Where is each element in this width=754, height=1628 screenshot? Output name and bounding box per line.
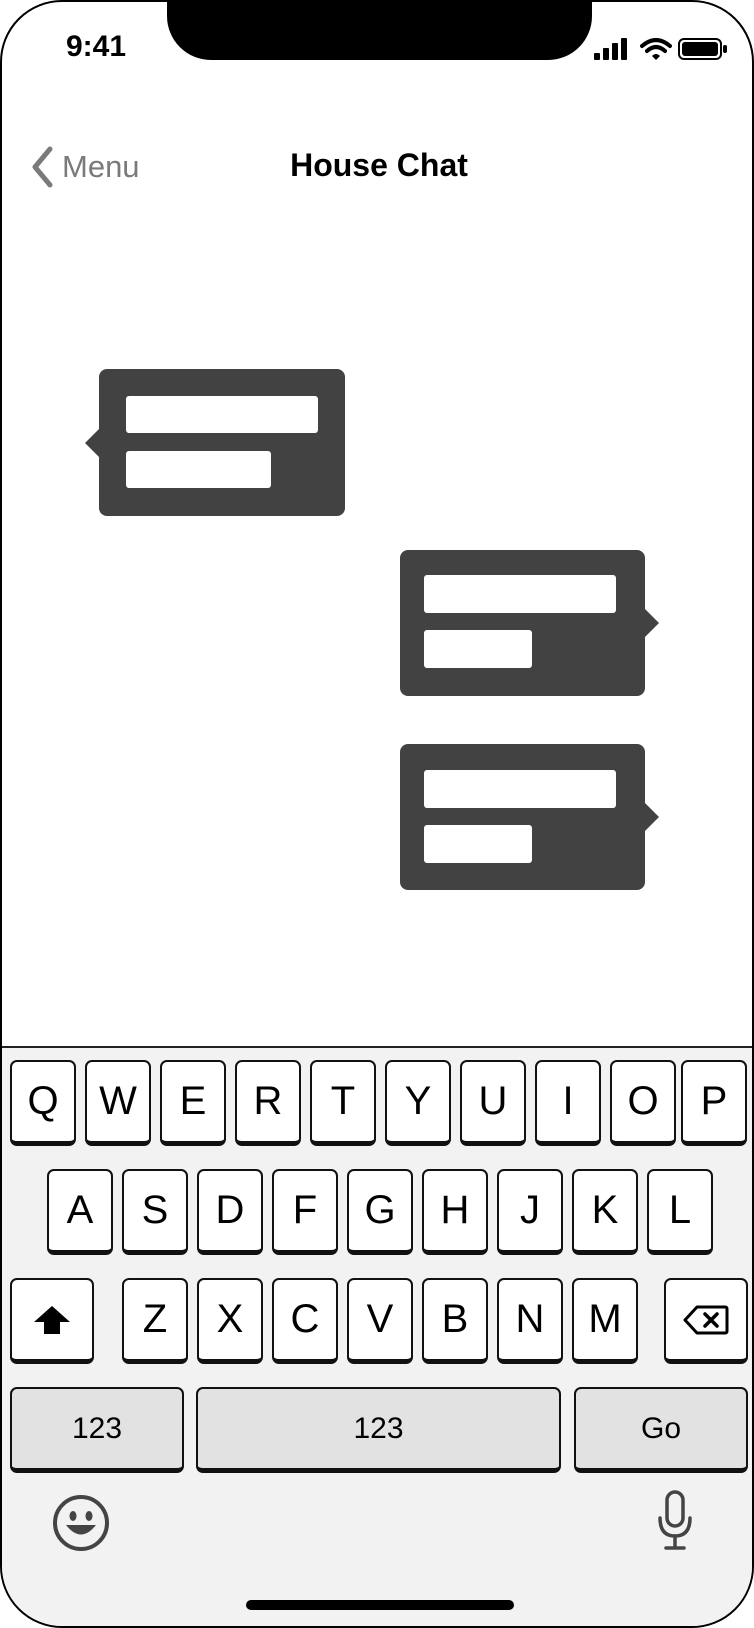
key-v[interactable]: V [347, 1278, 413, 1364]
message-line-placeholder [424, 770, 616, 808]
key-h[interactable]: H [422, 1169, 488, 1255]
key-a[interactable]: A [47, 1169, 113, 1255]
bubble-tail [645, 803, 659, 831]
message-bubble-incoming[interactable] [85, 369, 345, 516]
key-x[interactable]: X [197, 1278, 263, 1364]
message-line-placeholder [424, 575, 616, 613]
key-z[interactable]: Z [122, 1278, 188, 1364]
key-d[interactable]: D [197, 1169, 263, 1255]
key-c[interactable]: C [272, 1278, 338, 1364]
key-r[interactable]: R [235, 1060, 301, 1146]
wifi-icon [640, 38, 672, 60]
bubble-tail [645, 609, 659, 637]
home-indicator[interactable] [246, 1600, 514, 1610]
key-q[interactable]: Q [10, 1060, 76, 1146]
microphone-icon[interactable] [656, 1490, 694, 1552]
cellular-signal-icon [594, 38, 627, 60]
key-p[interactable]: P [681, 1060, 747, 1146]
page-title: House Chat [290, 147, 468, 183]
shift-key[interactable] [10, 1278, 94, 1364]
notch [167, 2, 592, 60]
key-t[interactable]: T [310, 1060, 376, 1146]
message-line-placeholder [126, 396, 318, 433]
key-y[interactable]: Y [385, 1060, 451, 1146]
battery-icon [678, 38, 727, 60]
key-w[interactable]: W [85, 1060, 151, 1146]
delete-key[interactable] [664, 1278, 748, 1364]
numbers-key[interactable]: 123 [10, 1387, 184, 1473]
space-key[interactable]: 123 [196, 1387, 561, 1473]
key-l[interactable]: L [647, 1169, 713, 1255]
key-e[interactable]: E [160, 1060, 226, 1146]
key-m[interactable]: M [572, 1278, 638, 1364]
message-bubble-outgoing[interactable] [400, 550, 659, 696]
message-bubble-outgoing[interactable] [400, 744, 659, 890]
bubble-tail [85, 428, 99, 457]
message-line-placeholder [126, 451, 271, 488]
key-u[interactable]: U [460, 1060, 526, 1146]
key-i[interactable]: I [535, 1060, 601, 1146]
message-line-placeholder [424, 825, 532, 863]
key-g[interactable]: G [347, 1169, 413, 1255]
key-f[interactable]: F [272, 1169, 338, 1255]
key-k[interactable]: K [572, 1169, 638, 1255]
status-time: 9:41 [66, 30, 127, 63]
key-o[interactable]: O [610, 1060, 676, 1146]
key-b[interactable]: B [422, 1278, 488, 1364]
key-n[interactable]: N [497, 1278, 563, 1364]
backspace-icon [683, 1305, 729, 1334]
key-s[interactable]: S [122, 1169, 188, 1255]
message-line-placeholder [424, 630, 532, 668]
shift-arrow-icon [34, 1305, 70, 1334]
key-j[interactable]: J [497, 1169, 563, 1255]
phone-frame: 9:41 Menu House Chat Q W E R T Y U I O P… [0, 0, 754, 1628]
emoji-smiley-icon[interactable] [52, 1494, 110, 1552]
go-key[interactable]: Go [574, 1387, 748, 1473]
